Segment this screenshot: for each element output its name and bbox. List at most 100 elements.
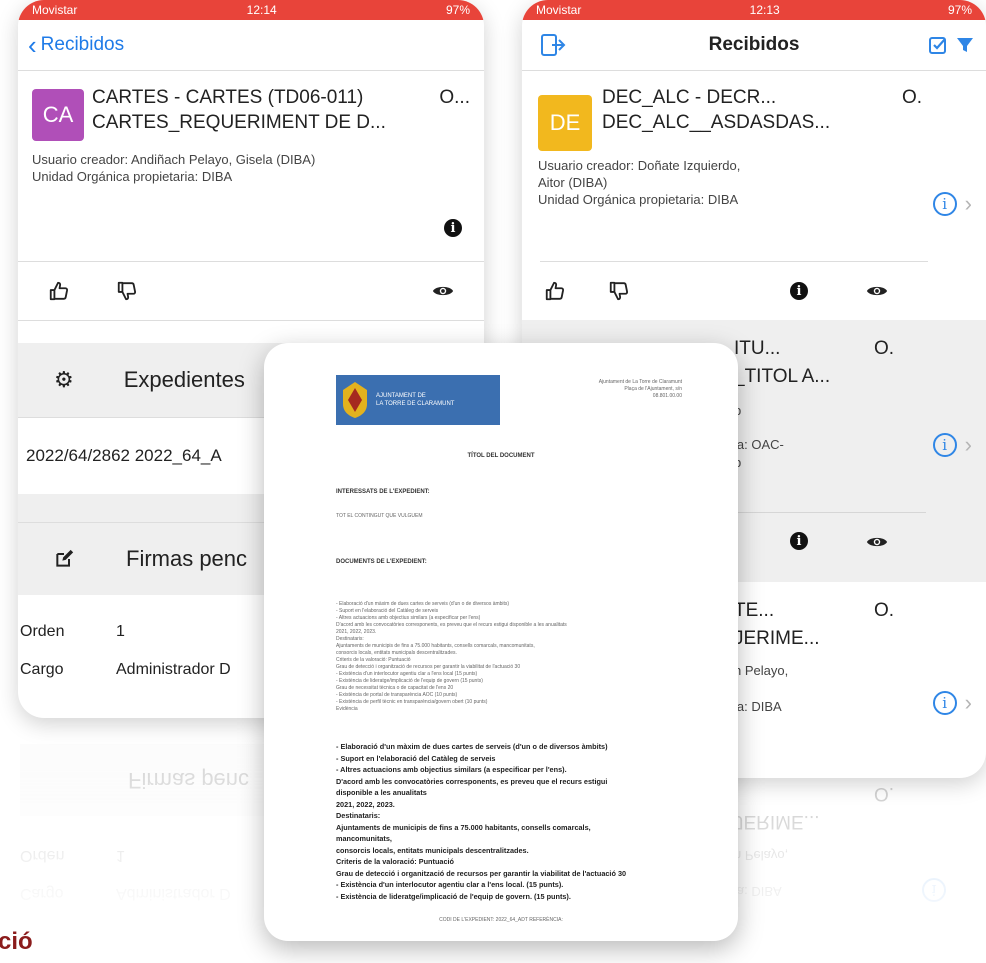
coat-of-arms-icon xyxy=(343,382,367,418)
item-title-line2: _TITOL A... xyxy=(734,366,831,387)
doc-line: - Existència de lideratge/implicació de … xyxy=(336,678,483,684)
info-icon[interactable]: i xyxy=(444,219,462,237)
doc-line: Criteris de la valoració: Puntuació xyxy=(336,657,411,663)
card-extra: O... xyxy=(439,87,470,108)
thumbs-up-icon[interactable] xyxy=(544,280,566,302)
divider xyxy=(722,512,926,513)
doc-line: - Elaboració d'un màxim de dues cartes d… xyxy=(336,742,608,751)
card-title-line2: CARTES_REQUERIMENT DE D... xyxy=(92,112,386,133)
reflection-text: 1 xyxy=(116,847,125,864)
eye-icon[interactable] xyxy=(866,534,888,550)
info-icon[interactable]: i xyxy=(932,192,957,216)
reflection-text: Firmas penc xyxy=(128,768,250,793)
large-text-block: - Elaboració d'un màxim de dues cartes d… xyxy=(336,741,686,902)
municipality-logo: AJUNTAMENT DE LA TORRE DE CLARAMUNT xyxy=(336,375,500,425)
info-icon[interactable]: i xyxy=(790,282,808,300)
battery-label: 97% xyxy=(947,3,972,17)
creator-value: Doñate Izquierdo, xyxy=(637,158,741,173)
doc-line: Ajuntaments de municipis de fins a 75.00… xyxy=(336,822,591,832)
reflection-text: O. xyxy=(874,783,895,804)
table-value: 1 xyxy=(116,623,125,640)
doc-line: Grau de necessitat tècnica o de capacita… xyxy=(336,685,454,691)
doc-line: - Existència d'un interlocutor agentiu c… xyxy=(336,671,478,677)
creator-label: Usuario creador: xyxy=(32,152,129,167)
doc-line: - Altres actuacions amb objectius simila… xyxy=(336,615,481,621)
creator-row: Usuario creador: Andiñach Pelayo, Gisela… xyxy=(32,151,470,168)
table-label: Cargo xyxy=(20,661,64,678)
item-extra: O. xyxy=(874,600,895,621)
nav-bar: Recibidos xyxy=(522,20,986,70)
table-value: Administrador D xyxy=(116,661,231,678)
clock-label: 12:14 xyxy=(246,3,277,17)
interessats-text: TOT EL CONTINGUT QUE VULGUEM xyxy=(336,513,423,519)
action-row xyxy=(18,262,484,320)
doc-line: Grau de detecció i organització de recur… xyxy=(336,664,521,670)
clock-label: 12:13 xyxy=(749,3,780,17)
doc-line: - Existència de perfil tècnic en transpa… xyxy=(336,699,488,705)
document-title: TÍTOL DEL DOCUMENT xyxy=(467,453,535,459)
item-line-b: ia: DIBA xyxy=(734,699,782,714)
page-title: Recibidos xyxy=(708,34,800,55)
gear-icon: ⚙ xyxy=(54,367,74,392)
back-button[interactable]: ‹ Recibidos xyxy=(18,32,124,58)
info-icon[interactable]: i xyxy=(932,433,957,457)
eye-icon[interactable] xyxy=(432,283,454,299)
doc-line: - Existència de lideratge/implicació de … xyxy=(336,891,571,901)
thumbs-down-icon[interactable] xyxy=(116,280,138,302)
avatar: DE xyxy=(538,95,592,151)
avatar: CA xyxy=(32,89,84,141)
chevron-right-icon[interactable]: › xyxy=(965,191,972,217)
document-preview[interactable]: AJUNTAMENT DE LA TORRE DE CLARAMUNT Ajun… xyxy=(264,343,738,941)
doc-line: - Altres actuacions amb objectius simila… xyxy=(336,765,567,774)
thumbs-down-icon[interactable] xyxy=(608,280,630,302)
eye-icon[interactable] xyxy=(866,283,888,299)
creator-label: Usuario creador: xyxy=(538,158,635,173)
address-line3: 08.801.00.00 xyxy=(652,393,682,399)
item-extra: O. xyxy=(901,87,922,108)
doc-line: D'acord amb les convocatòries correspone… xyxy=(336,776,608,786)
address-line2: Plaça de l'Ajuntament, s/n xyxy=(624,386,682,392)
expediente-code: 2022/64/2862 2022_64_A xyxy=(26,446,222,465)
card-title-line1: CARTES - CARTES (TD06-011) xyxy=(92,87,364,108)
doc-line: - Suport en l'elaboració del Catàleg de … xyxy=(336,608,439,614)
item-title-line2: DEC_ALC__ASDASDAS... xyxy=(602,112,831,133)
reflection-text: h Pelayo, xyxy=(734,848,789,863)
item-title-line1: TE... xyxy=(734,600,775,621)
chevron-right-icon[interactable]: › xyxy=(965,432,972,458)
unit-value: DIBA xyxy=(707,192,739,207)
chevron-right-icon[interactable]: › xyxy=(965,690,972,716)
reflection-text: ia: DIBA xyxy=(734,884,782,899)
table-label: Orden xyxy=(20,623,65,640)
doc-line: - Existència de portal de transparència … xyxy=(336,692,458,698)
unit-label: Unidad Orgánica propietaria: xyxy=(538,192,705,207)
interessats-heading: INTERESSATS DE L'EXPEDIENT: xyxy=(336,489,430,495)
doc-line: Destinataris: xyxy=(336,811,381,820)
action-row: i xyxy=(522,262,986,320)
thumbs-up-icon[interactable] xyxy=(48,280,70,302)
doc-line: 2021, 2022, 2023. xyxy=(336,799,395,809)
info-icon[interactable]: i xyxy=(790,532,808,550)
item-title-line1: ITU... xyxy=(734,338,781,359)
back-label: Recibidos xyxy=(40,34,125,55)
carrier-label: Movistar xyxy=(536,3,582,17)
battery-label: 97% xyxy=(445,3,470,17)
list-item[interactable]: DE DEC_ALC - DECR... DEC_ALC__ASDASDAS..… xyxy=(522,71,986,261)
document-card[interactable]: CA CARTES - CARTES (TD06-011) CARTES_REQ… xyxy=(18,71,484,261)
filter-icon[interactable] xyxy=(956,36,974,54)
info-icon[interactable]: i xyxy=(932,691,957,715)
logo-line1: AJUNTAMENT DE xyxy=(376,393,426,399)
doc-line: disponible a les anualitats xyxy=(336,788,427,797)
nav-bar: ‹ Recibidos xyxy=(18,20,484,70)
item-line-b: ia: OAC- xyxy=(734,437,784,452)
doc-line: Criteris de la valoració: Puntuació xyxy=(336,857,455,866)
reflection-text: JERIME... xyxy=(734,811,820,832)
reflection-text: Orden xyxy=(20,847,65,864)
doc-line: - Elaboració d'un màxim de dues cartes d… xyxy=(336,601,510,607)
doc-line: Grau de detecció i organització de recur… xyxy=(336,868,627,878)
doc-line: Ajuntaments de municipis de fins a 75.00… xyxy=(336,643,535,649)
select-checkbox-icon[interactable] xyxy=(928,35,948,55)
doc-line: consorcis locals, entitats municipals de… xyxy=(336,845,529,855)
document-footer: CODI DE L'EXPEDIENT: 2022_64_ADT REFERÈN… xyxy=(439,917,563,923)
logout-icon[interactable] xyxy=(540,33,566,57)
address-line1: Ajuntament de La Torre de Claramunt xyxy=(598,379,682,385)
